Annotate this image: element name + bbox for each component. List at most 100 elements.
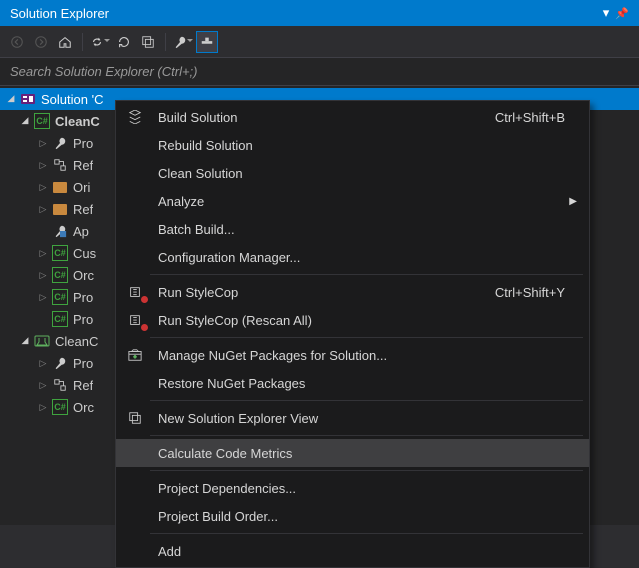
submenu-arrow-icon: ▶ [569,196,589,207]
menu-config-manager[interactable]: Configuration Manager... [116,243,589,271]
cs-file-icon: C# [52,399,68,415]
item-label: Pro [73,312,93,327]
expander-icon[interactable]: ◢ [4,92,18,106]
sync-icon[interactable] [89,31,111,53]
menu-clean[interactable]: Clean Solution [116,159,589,187]
forward-icon[interactable] [30,31,52,53]
menu-separator [150,274,583,275]
menu-label: Project Dependencies... [148,481,589,496]
item-label: Orc [73,268,94,283]
project-label: CleanC [55,334,98,349]
menu-calculate-code-metrics[interactable]: Calculate Code Metrics [116,439,589,467]
panel-titlebar: Solution Explorer ▾ 📌 [0,0,639,26]
folder-icon [52,201,68,217]
item-label: Pro [73,136,93,151]
menu-project-build-order[interactable]: Project Build Order... [116,502,589,530]
menu-label: New Solution Explorer View [148,411,589,426]
refresh-icon[interactable] [113,31,135,53]
home-icon[interactable] [54,31,76,53]
menu-build[interactable]: Build Solution Ctrl+Shift+B [116,103,589,131]
menu-label: Rebuild Solution [148,138,589,153]
item-label: Ap [73,224,89,239]
menu-separator [150,435,583,436]
expander-icon[interactable]: ▷ [36,290,50,304]
expander-icon[interactable]: ▷ [36,136,50,150]
context-menu: Build Solution Ctrl+Shift+B Rebuild Solu… [115,100,590,568]
panel-title: Solution Explorer [10,6,109,21]
item-label: Pro [73,290,93,305]
menu-label: Calculate Code Metrics [148,446,589,461]
expander-icon[interactable]: ▷ [36,378,50,392]
properties-icon[interactable] [172,31,194,53]
menu-label: Clean Solution [148,166,589,181]
csproj-icon: C# [34,113,50,129]
menu-new-view[interactable]: New Solution Explorer View [116,404,589,432]
solution-icon [20,91,36,107]
menu-label: Run StyleCop (Rescan All) [148,313,589,328]
menu-analyze[interactable]: Analyze ▶ [116,187,589,215]
test-project-icon [34,333,50,349]
chevron-down-icon[interactable]: ▾ [603,5,610,21]
expander-icon[interactable]: ▷ [36,202,50,216]
back-icon[interactable] [6,31,28,53]
new-view-icon [122,407,148,429]
expander-icon[interactable]: ◢ [18,114,32,128]
menu-separator [150,400,583,401]
search-placeholder: Search Solution Explorer (Ctrl+;) [10,64,198,79]
expander-icon[interactable]: ▷ [36,158,50,172]
show-all-files-icon[interactable] [196,31,218,53]
stylecop-icon [122,281,148,303]
menu-run-stylecop-rescan[interactable]: Run StyleCop (Rescan All) [116,306,589,334]
menu-manage-nuget[interactable]: Manage NuGet Packages for Solution... [116,341,589,369]
menu-shortcut: Ctrl+Shift+Y [495,285,589,300]
menu-label: Build Solution [148,110,495,125]
item-label: Pro [73,356,93,371]
cs-file-icon: C# [52,267,68,283]
wrench-icon [52,135,68,151]
pin-icon[interactable]: 📌 [615,7,629,20]
menu-label: Configuration Manager... [148,250,589,265]
collapse-all-icon[interactable] [137,31,159,53]
menu-label: Project Build Order... [148,509,589,524]
item-label: Ori [73,180,90,195]
expander-icon[interactable]: ▷ [36,268,50,282]
menu-label: Restore NuGet Packages [148,376,589,391]
menu-label: Batch Build... [148,222,589,237]
menu-add[interactable]: Add [116,537,589,565]
menu-label: Run StyleCop [148,285,495,300]
build-icon [122,106,148,128]
wrench-icon [52,355,68,371]
menu-project-dependencies[interactable]: Project Dependencies... [116,474,589,502]
nuget-icon [122,344,148,366]
item-label: Orc [73,400,94,415]
menu-run-stylecop[interactable]: Run StyleCop Ctrl+Shift+Y [116,278,589,306]
menu-separator [150,533,583,534]
item-label: Ref [73,378,93,393]
project-label: CleanC [55,114,100,129]
menu-label: Add [148,544,589,559]
toolbar [0,26,639,58]
item-label: Ref [73,202,93,217]
cs-file-icon: C# [52,289,68,305]
menu-label: Manage NuGet Packages for Solution... [148,348,589,363]
menu-shortcut: Ctrl+Shift+B [495,110,589,125]
menu-batch-build[interactable]: Batch Build... [116,215,589,243]
item-label: Cus [73,246,96,261]
menu-separator [150,470,583,471]
folder-icon [52,179,68,195]
search-input[interactable]: Search Solution Explorer (Ctrl+;) [0,58,639,86]
expander-icon[interactable]: ▷ [36,400,50,414]
expander-icon[interactable]: ▷ [36,356,50,370]
cs-file-icon: C# [52,245,68,261]
item-label: Ref [73,158,93,173]
cs-file-icon: C# [52,311,68,327]
menu-rebuild[interactable]: Rebuild Solution [116,131,589,159]
menu-restore-nuget[interactable]: Restore NuGet Packages [116,369,589,397]
expander-icon[interactable]: ▷ [36,246,50,260]
expander-icon[interactable]: ▷ [36,180,50,194]
expander-icon[interactable]: ◢ [18,334,32,348]
references-icon [52,377,68,393]
references-icon [52,157,68,173]
config-icon [52,223,68,239]
menu-separator [150,337,583,338]
